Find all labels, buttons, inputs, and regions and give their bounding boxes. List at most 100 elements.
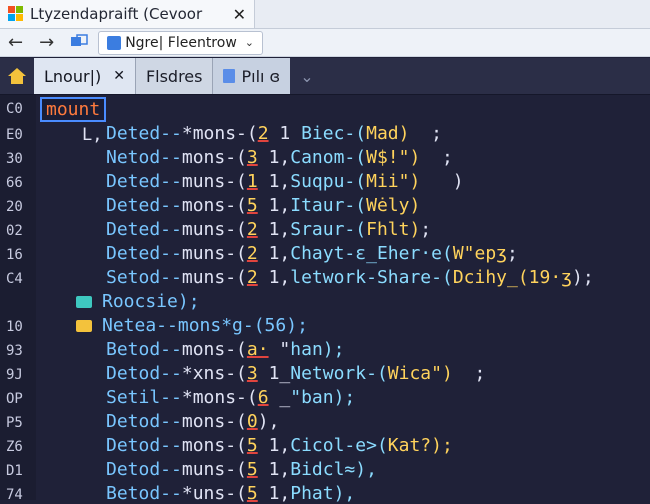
code-token: muns-( [181,243,247,264]
app-icon [8,6,24,22]
code-line: Betod--*uns-(5 1,Phat), [106,483,355,504]
code-token: Suqpu-( [290,171,367,192]
line-number: OP [6,391,23,407]
code-editor[interactable]: mount L, Deted--*mons-(2 1 Biec-(Mad) ; N… [36,95,650,504]
code-token: han); [290,339,345,360]
code-token: 3 [246,363,258,384]
code-token: 1_ [257,363,291,384]
code-line: Roocsie); [76,291,200,312]
code-token: ; [452,363,486,384]
code-token: muns-( [181,267,247,288]
tab-file-3[interactable]: Pılı ɞ [212,58,291,94]
code-token: ; [507,243,518,264]
code-token: 2 [257,123,269,144]
close-icon[interactable]: ✕ [113,68,125,84]
code-token: 1, [257,435,291,456]
tab-overflow[interactable]: ⌄ [290,58,323,94]
code-token: Biec-( [301,123,367,144]
line-number: C4 [6,271,23,287]
line-number: 74 [6,487,23,503]
document-icon [223,69,236,83]
code-token: 6 [257,387,269,408]
code-token: letwork-Share-( [290,267,453,288]
address-bar[interactable]: Ngre| Fleentrow ⌄ [98,30,263,55]
line-number: P5 [6,415,23,431]
code-token: 5 [246,483,258,504]
code-token: 3 [246,147,258,168]
code-line: Deted--muns-(2 1,Chayt-ɛ_Eher·e(W"epʒ; [106,243,518,264]
code-token: 1, [257,483,291,504]
code-token: 1 [268,123,302,144]
line-number: 02 [6,223,23,239]
close-icon[interactable]: ✕ [233,5,246,24]
code-line: Detod--*xns-(3 1_Network-(Wica") ; [106,363,485,384]
code-token: mons-( [181,411,247,432]
code-line: Deted--mons-(5 1,Itaur-(Wėly) [106,195,420,216]
line-number: 10 [6,319,23,335]
home-icon[interactable] [0,58,34,94]
code-token: Phat), [290,483,356,504]
code-token: ; [409,123,442,144]
code-line: Detod--muns-(5 1,Bidcl≈), [106,459,377,480]
folder-icon [76,320,92,332]
tree-connector: L, [82,125,103,145]
code-token: "ban); [290,387,356,408]
address-text: Ngre| Fleentrow [125,34,237,51]
window-tab[interactable]: Ltyzendapraift (Cevoor ✕ [0,0,255,28]
code-token: mons-( [181,147,247,168]
code-token: 1 [246,171,258,192]
line-number: 9J [6,367,23,383]
code-token: Chayt-ɛ_Eher·e( [290,243,453,264]
chevron-down-icon[interactable]: ⌄ [245,36,254,49]
folder-label: Netea--mons*g-(56); [102,315,308,336]
code-token: *mons-( [181,387,258,408]
code-token: Deted-- [106,171,182,192]
code-token: Network-( [290,363,388,384]
code-line: Deted--muns-(1 1,Suqpu-(Mii") ) [106,171,464,192]
code-line: Deted--muns-(2 1,Sraur-(Fhlt); [106,219,431,240]
code-token: 2 [246,219,258,240]
code-token: muns-( [181,219,247,240]
code-token: 1, [257,267,291,288]
code-token: Dcihy_(19·ʒ [452,267,573,288]
code-token: 2 [246,243,258,264]
back-arrow-icon[interactable]: ← [8,32,23,53]
window-title: Ltyzendapraift (Cevoor [30,5,203,23]
line-number-gutter: C0 E0 30 66 20 02 16 C4 10 93 9J OP P5 Z… [0,95,36,503]
code-token: 1, [257,243,291,264]
folder-label: Roocsie); [102,291,200,312]
code-token: Detod-- [106,411,182,432]
code-token: _ [268,387,291,408]
line-number: Z6 [6,439,23,455]
code-line: Deted--*mons-(2 1 Biec-(Mad) ; [106,123,442,144]
line-number: 16 [6,247,23,263]
code-token: *xns-( [181,363,247,384]
code-token: 5 [246,195,258,216]
tab-label: Flsdres [145,66,203,86]
code-token: a· [246,339,269,360]
line-number: C0 [6,101,23,117]
refresh-icon[interactable] [70,33,88,52]
code-token: Detod-- [106,459,182,480]
editor-tab-strip: Lnour|) ✕ Flsdres Pılı ɞ ⌄ [0,58,650,95]
code-token: Fhlt) [366,219,421,240]
forward-arrow-icon[interactable]: → [39,32,54,53]
code-token: Detod-- [106,363,182,384]
code-token: Cicol-e>( [290,435,388,456]
line-number: 66 [6,175,23,191]
code-token: *uns-( [181,483,247,504]
code-token: ) [420,171,464,192]
code-token: ; [420,147,453,168]
tab-file-1[interactable]: Lnour|) ✕ [34,58,135,94]
code-token: Kat?); [387,435,453,456]
code-token: W"epʒ [452,243,507,264]
line-number: D1 [6,463,23,479]
code-token: ); [572,267,594,288]
code-token: 1, [257,195,291,216]
line-number: E0 [6,127,23,143]
code-token: Setil-- [106,387,182,408]
tab-file-2[interactable]: Flsdres [134,58,213,94]
code-header: mount [40,97,107,122]
chevron-down-icon[interactable]: ⌄ [300,67,313,86]
code-line: Setil--*mons-(6 _"ban); [106,387,355,408]
